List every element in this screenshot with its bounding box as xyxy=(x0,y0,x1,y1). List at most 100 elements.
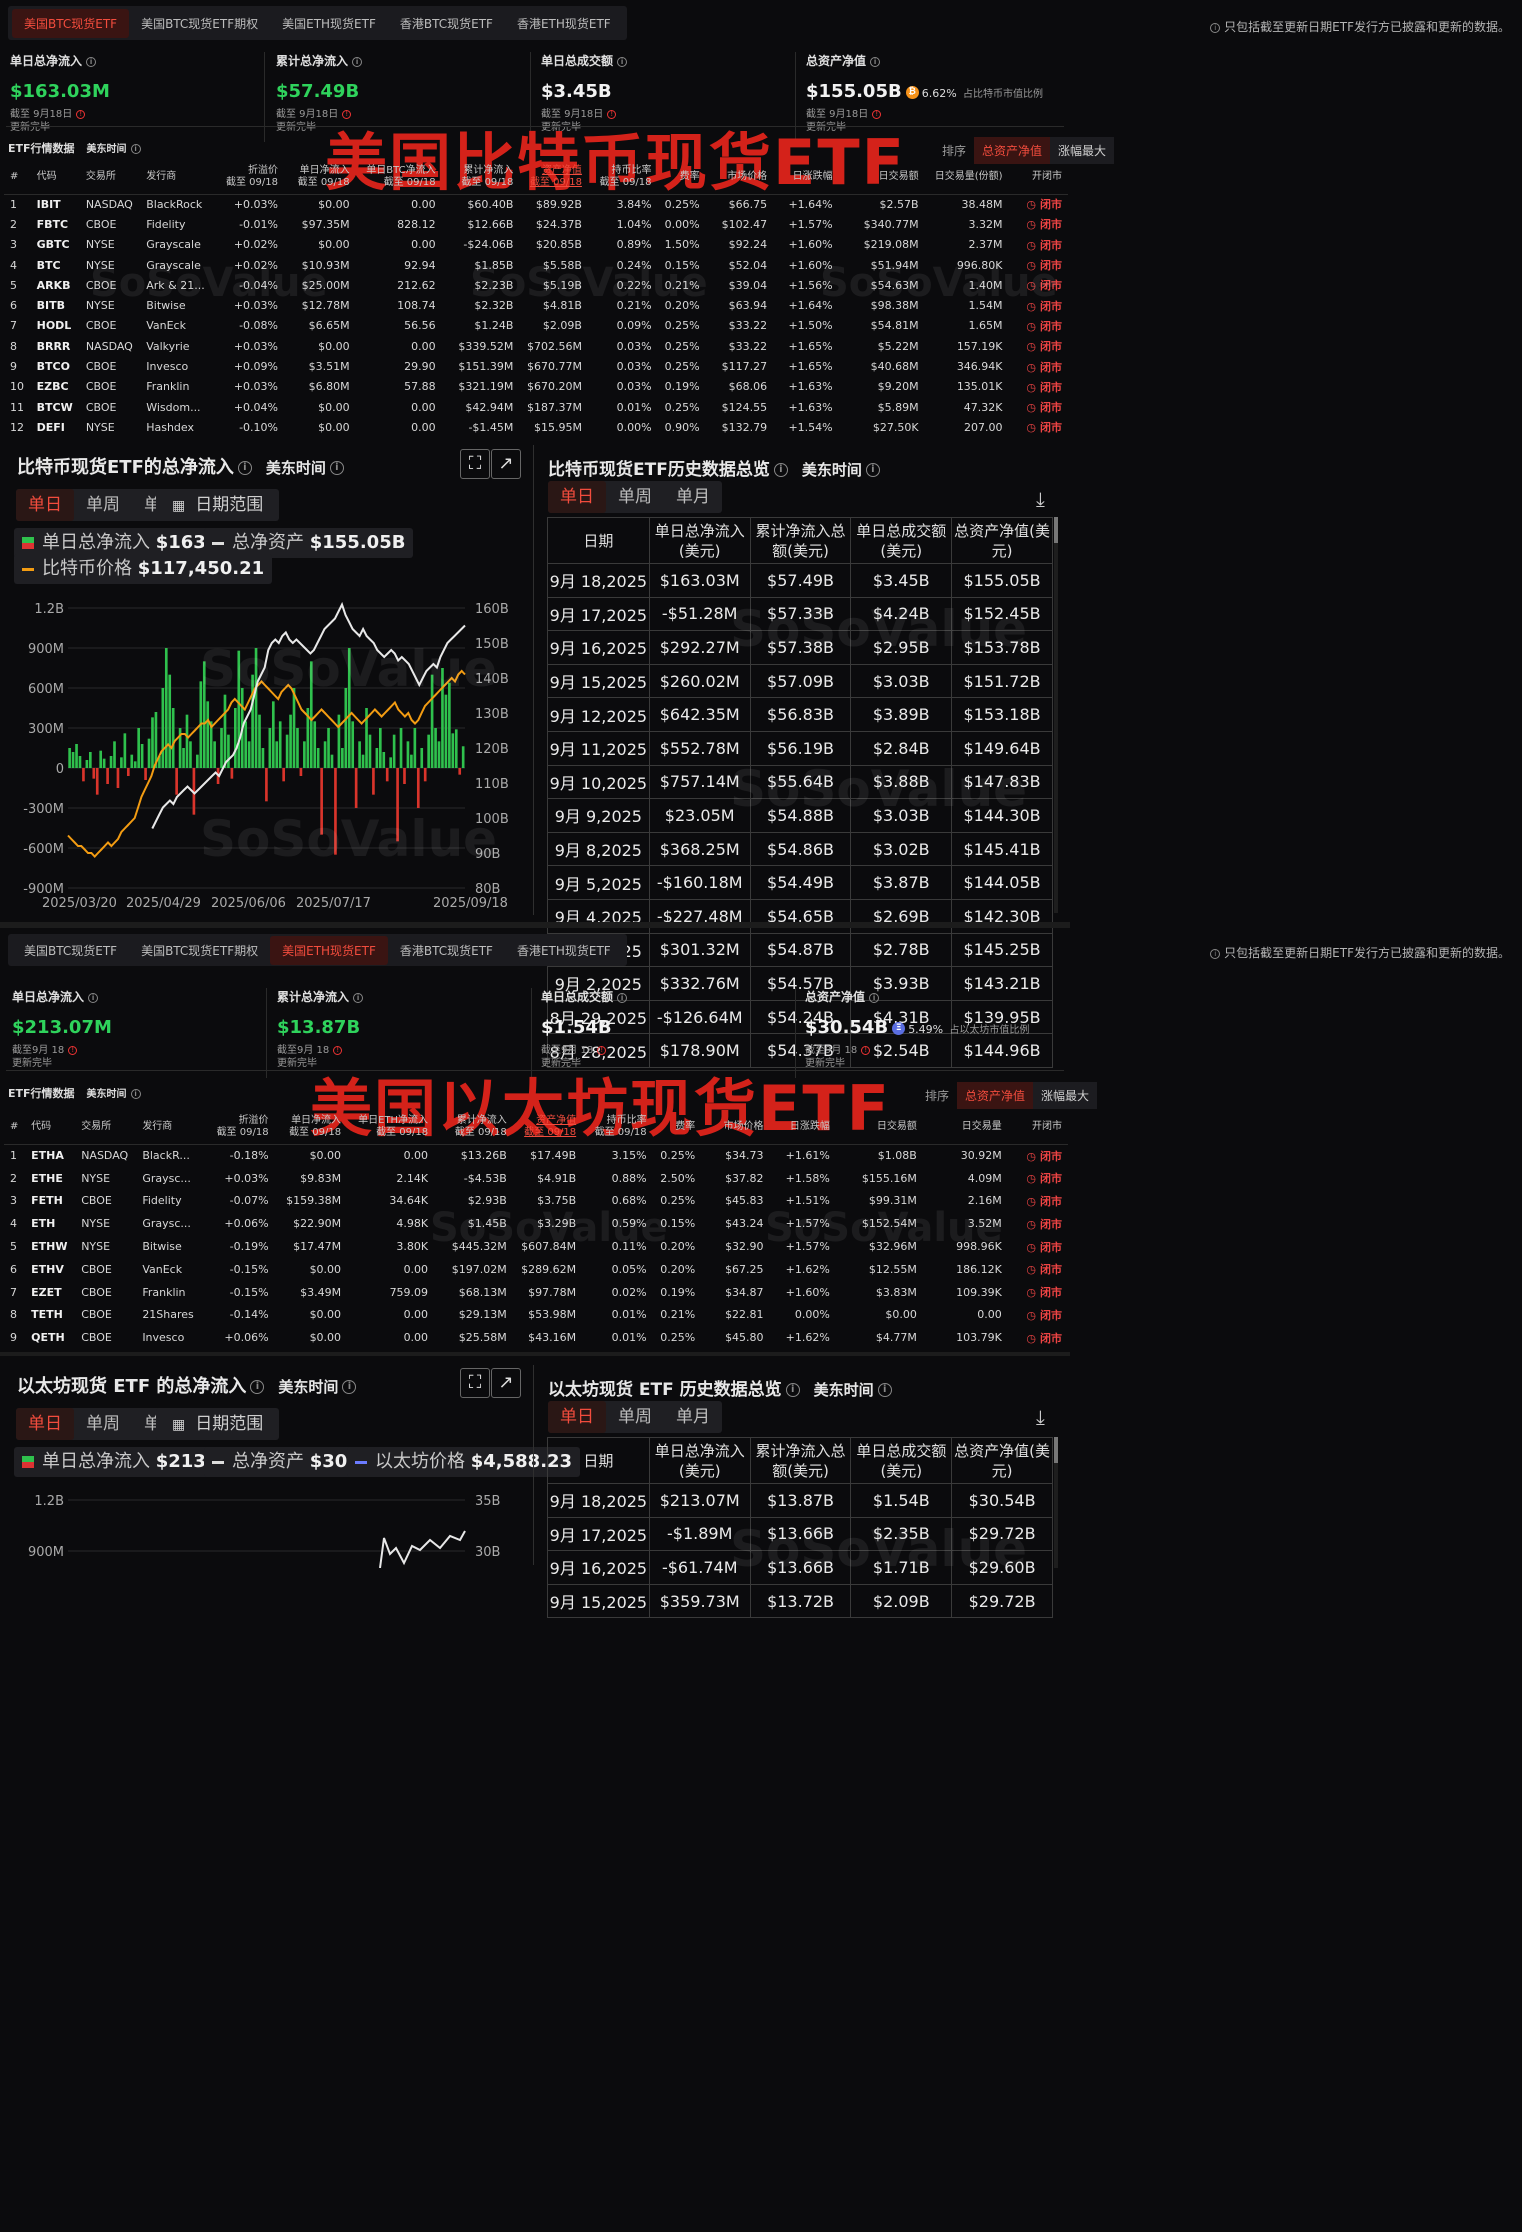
inflow-bar[interactable] xyxy=(361,754,365,768)
cell[interactable]: ARKB xyxy=(31,275,80,295)
inflow-bar[interactable] xyxy=(275,741,279,768)
col-header[interactable]: 开闭市 xyxy=(1008,160,1068,195)
eth-netflow-chart[interactable]: 1.2B 900M 35B 30B xyxy=(0,1488,520,1568)
inflow-bar[interactable] xyxy=(313,721,317,768)
cell[interactable]: ETHE xyxy=(25,1167,75,1190)
sort-by-nav[interactable]: 总资产净值 xyxy=(957,1082,1034,1109)
inflow-bar[interactable] xyxy=(458,768,462,775)
table-row[interactable]: 9 BTCO CBOE Invesco +0.09% $3.51M 29.90 $151.39… xyxy=(4,356,1068,376)
inflow-bar[interactable] xyxy=(140,744,144,768)
inflow-bar[interactable] xyxy=(399,728,403,768)
inflow-bar[interactable] xyxy=(410,754,413,768)
inflow-bar[interactable] xyxy=(68,748,71,768)
inflow-bar[interactable] xyxy=(202,661,206,768)
inflow-bar[interactable] xyxy=(368,734,372,768)
inflow-bar[interactable] xyxy=(106,768,109,784)
inflow-bar[interactable] xyxy=(258,714,261,768)
inflow-bar[interactable] xyxy=(189,741,192,768)
info-icon[interactable]: i xyxy=(865,463,880,477)
scrollbar[interactable] xyxy=(1054,517,1058,913)
col-header[interactable]: 日交易额 xyxy=(838,160,925,195)
col-header[interactable]: 单日净流入 截至 09/18 xyxy=(274,1110,348,1145)
table-row[interactable]: 2 ETHE NYSE Graysc... +0.03% $9.83M 2.14K -$4.5… xyxy=(4,1167,1068,1190)
cell[interactable]: QETH xyxy=(25,1326,75,1349)
inflow-bar[interactable] xyxy=(113,741,116,768)
col-header[interactable]: 单日BTC净流入 截至 09/18 xyxy=(355,160,442,195)
inflow-bar[interactable] xyxy=(278,721,282,768)
period-weekly[interactable]: 单周 xyxy=(74,489,132,521)
inflow-bar[interactable] xyxy=(461,746,465,768)
inflow-bar[interactable] xyxy=(220,728,223,768)
inflow-bar[interactable] xyxy=(144,768,147,780)
col-header[interactable]: 日涨跌幅 xyxy=(769,1110,836,1145)
tab-us-btc-spot[interactable]: 美国BTC现货ETF xyxy=(12,936,129,965)
inflow-bar[interactable] xyxy=(251,674,254,768)
inflow-bar[interactable] xyxy=(227,734,230,768)
inflow-bar[interactable] xyxy=(164,648,168,768)
cell[interactable]: EZBC xyxy=(31,377,80,397)
period-weekly[interactable]: 单周 xyxy=(74,1408,132,1440)
inflow-bar[interactable] xyxy=(261,748,265,768)
col-header[interactable]: 日交易额 xyxy=(835,1110,923,1145)
cell[interactable]: BTCW xyxy=(31,397,80,417)
col-header[interactable]: 开闭市 xyxy=(1007,1110,1068,1145)
inflow-bar[interactable] xyxy=(268,728,272,768)
inflow-bar[interactable] xyxy=(299,768,303,776)
scrollbar-thumb[interactable] xyxy=(1054,1437,1058,1463)
table-row[interactable]: 5 ETHW NYSE Bitwise -0.19% $17.47M 3.80K $445.3… xyxy=(4,1235,1068,1258)
inflow-bar[interactable] xyxy=(330,754,334,768)
info-icon[interactable]: i xyxy=(250,1380,265,1394)
col-header[interactable]: 日涨跌幅 xyxy=(773,160,839,195)
inflow-bar[interactable] xyxy=(137,728,140,768)
period-monthly[interactable]: 单月 xyxy=(664,481,722,513)
inflow-bar[interactable] xyxy=(75,744,78,768)
inflow-bar[interactable] xyxy=(133,761,137,768)
info-icon[interactable]: i xyxy=(870,56,881,67)
table-row[interactable]: 5 ARKB CBOE Ark & 21... -0.04% $25.00M 212.62 $… xyxy=(4,275,1068,295)
table-row[interactable]: 7 EZET CBOE Franklin -0.15% $3.49M 759.09 $68.1… xyxy=(4,1281,1068,1304)
inflow-bar[interactable] xyxy=(427,734,430,768)
inflow-bar[interactable] xyxy=(430,674,434,768)
inflow-bar[interactable] xyxy=(223,694,227,768)
share-icon[interactable]: ↗ xyxy=(491,1368,521,1398)
inflow-bar[interactable] xyxy=(109,756,113,768)
inflow-bar[interactable] xyxy=(289,714,292,768)
info-icon[interactable]: i xyxy=(877,1383,892,1397)
inflow-bar[interactable] xyxy=(102,758,106,768)
inflow-bar[interactable] xyxy=(271,701,275,768)
period-daily[interactable]: 单日 xyxy=(16,489,74,521)
inflow-bar[interactable] xyxy=(454,729,458,768)
inflow-bar[interactable] xyxy=(282,768,285,782)
inflow-bar[interactable] xyxy=(89,752,92,768)
col-header[interactable]: 市场价格 xyxy=(705,160,774,195)
inflow-bar[interactable] xyxy=(451,733,455,768)
inflow-bar[interactable] xyxy=(116,768,120,788)
inflow-bar[interactable] xyxy=(78,756,82,768)
table-row[interactable]: 6 ETHV CBOE VanEck -0.15% $0.00 0.00 $197.02M $2… xyxy=(4,1258,1068,1281)
info-icon[interactable]: i xyxy=(353,992,364,1003)
table-row[interactable]: 2 FBTC CBOE Fidelity -0.01% $97.35M 828.12 $12.… xyxy=(4,214,1068,234)
col-header[interactable]: 资产净值 截至 09/18 xyxy=(519,160,588,195)
inflow-bar[interactable] xyxy=(351,721,355,768)
inflow-bar[interactable] xyxy=(323,741,327,768)
col-header[interactable]: 单日净流入 截至 09/18 xyxy=(284,160,356,195)
inflow-bar[interactable] xyxy=(185,714,189,768)
cell[interactable]: DEFI xyxy=(31,417,80,437)
info-icon[interactable]: i xyxy=(86,56,97,67)
inflow-bar[interactable] xyxy=(82,768,85,782)
table-row[interactable]: 9 QETH CBOE Invesco +0.06% $0.00 0.00 $25.58M $4… xyxy=(4,1326,1068,1349)
fullscreen-icon[interactable]: ⛶ xyxy=(460,449,490,479)
sort-by-gain[interactable]: 涨幅最大 xyxy=(1033,1082,1098,1109)
info-icon[interactable]: i xyxy=(130,1089,141,1099)
inflow-bar[interactable] xyxy=(292,688,296,768)
cell[interactable]: ETH xyxy=(25,1212,75,1235)
col-header[interactable]: 单日ETH净流入 截至 09/18 xyxy=(347,1110,435,1145)
inflow-bar[interactable] xyxy=(341,748,344,768)
legend-btc-price[interactable]: 比特币价格 $117,450.21 xyxy=(14,554,273,584)
col-header[interactable]: 费率 xyxy=(652,1110,702,1145)
tab-us-btc-options[interactable]: 美国BTC现货ETF期权 xyxy=(129,9,270,38)
info-icon[interactable]: i xyxy=(329,461,344,475)
cell[interactable]: ETHA xyxy=(25,1144,75,1167)
info-icon[interactable]: i xyxy=(869,992,880,1003)
table-row[interactable]: 1 IBIT NASDAQ BlackRock +0.03% $0.00 0.00 $60.4… xyxy=(4,194,1068,214)
